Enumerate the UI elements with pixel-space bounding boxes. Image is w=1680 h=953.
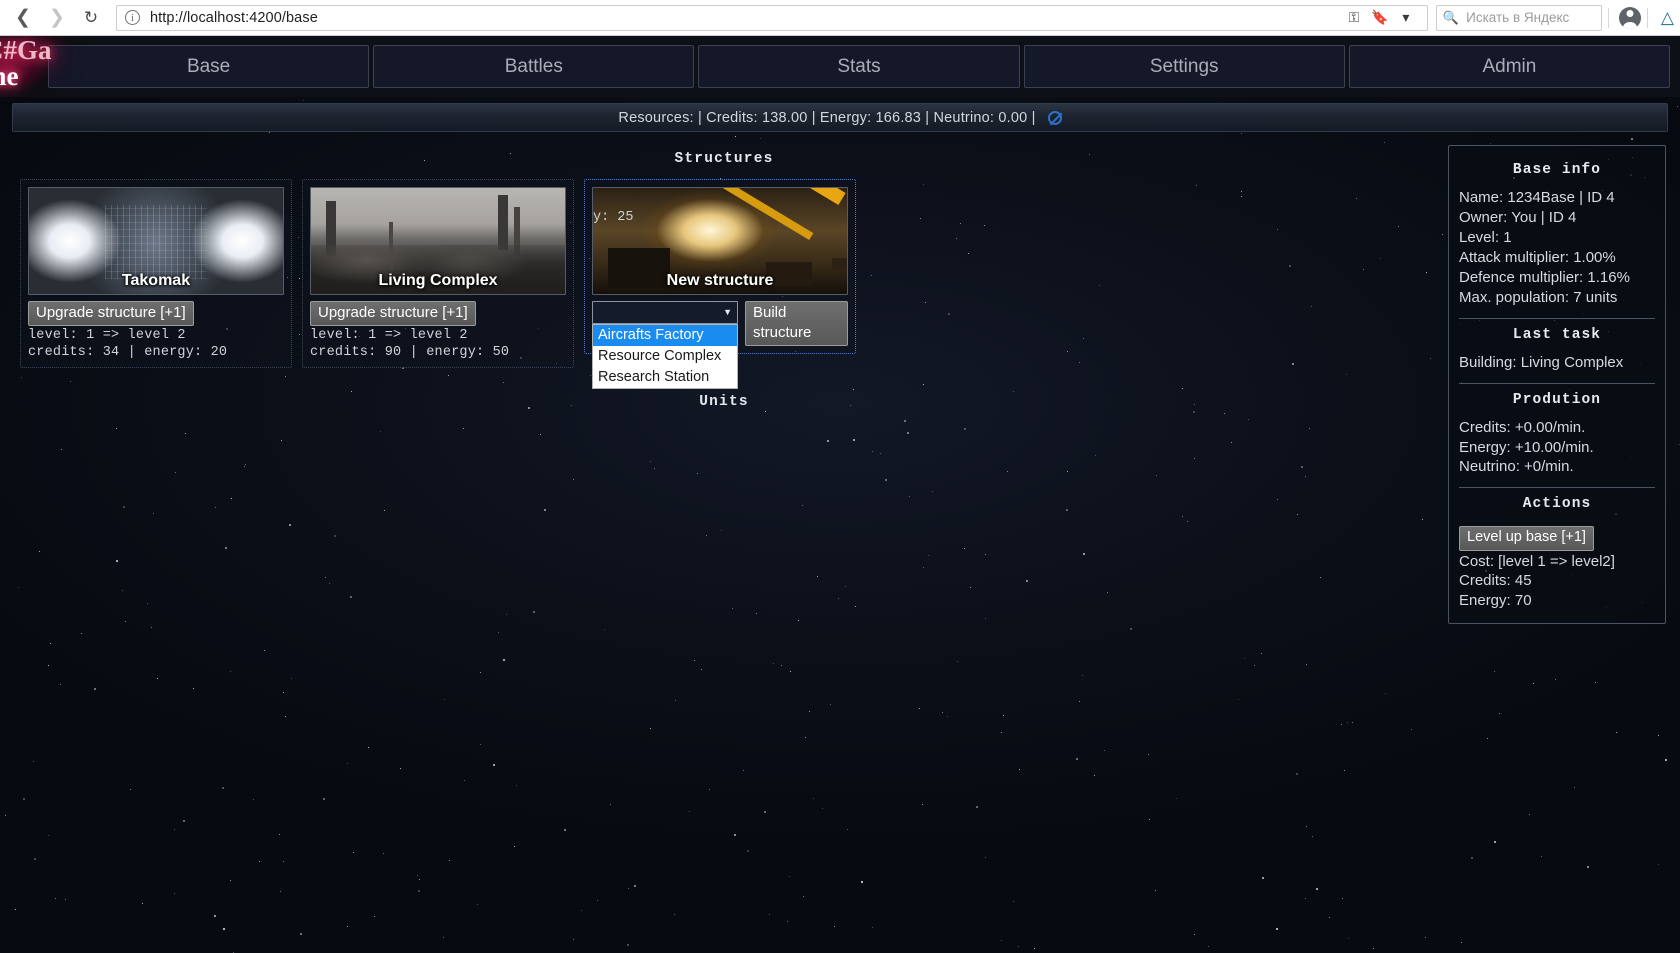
- panel-divider: [1459, 317, 1655, 319]
- main-content: Structures Takomak Upgrade structure [+1…: [0, 132, 1680, 625]
- url-text: http://localhost:4200/base: [150, 9, 318, 26]
- forward-arrow-icon[interactable]: ❯: [40, 3, 74, 33]
- option-resource-complex[interactable]: Resource Complex: [593, 346, 737, 367]
- production-neutrino: Neutrino: +0/min.: [1459, 458, 1574, 476]
- production-title: Prodution: [1512, 391, 1602, 408]
- bookmark-icon[interactable]: 🔖: [1367, 5, 1393, 31]
- option-research-station[interactable]: Research Station: [593, 367, 737, 388]
- structure-card[interactable]: Living Complex Upgrade structure [+1] le…: [302, 179, 574, 368]
- info-icon[interactable]: i: [125, 10, 140, 25]
- last-task-value: Building: Living Complex: [1459, 353, 1624, 371]
- option-aircrafts-factory[interactable]: Aircrafts Factory: [593, 325, 737, 347]
- upgrade-structure-button[interactable]: Upgrade structure [+1]: [28, 301, 194, 326]
- search-icon: 🔍: [1442, 9, 1460, 25]
- main-navigation: C#Ga me Base Battles Stats Settings Admi…: [0, 36, 1680, 97]
- toolbar-divider: [1607, 7, 1609, 28]
- search-placeholder: Искать в Яндекс: [1466, 10, 1570, 25]
- structures-heading: Structures: [674, 151, 774, 167]
- logo-line-1: C#Ga: [0, 36, 52, 65]
- structure-level-line: level: 1 => level 2: [28, 327, 186, 343]
- chevron-down-icon[interactable]: ▾: [1393, 5, 1419, 31]
- production-energy: Energy: +10.00/min.: [1459, 438, 1594, 456]
- base-info-population: Max. population: 7 units: [1459, 288, 1618, 306]
- resources-text: Resources: | Credits: 138.00 | Energy: 1…: [618, 109, 1036, 126]
- new-structure-cost-line: y: 25: [593, 210, 634, 225]
- chevron-down-icon: ▼: [723, 307, 732, 317]
- levelup-cost-title: Cost: [level 1 => level2]: [1459, 552, 1615, 570]
- structure-type-select[interactable]: ▼ Aircrafts Factory Resource Complex Res…: [592, 301, 738, 390]
- level-up-base-button[interactable]: Level up base [+1]: [1459, 526, 1594, 551]
- structure-image: New structure: [592, 187, 848, 295]
- yandex-browser-icon[interactable]: △: [1661, 8, 1674, 28]
- upgrade-structure-button[interactable]: Upgrade structure [+1]: [310, 301, 476, 326]
- search-input[interactable]: 🔍 Искать в Яндекс: [1435, 4, 1602, 31]
- structure-cost-line: credits: 34 | energy: 20: [28, 344, 228, 360]
- build-structure-button[interactable]: Build structure: [745, 301, 848, 346]
- base-info-title: Base info: [1512, 162, 1602, 178]
- base-info-owner: Owner: You | ID 4: [1459, 208, 1577, 226]
- nav-tab-admin[interactable]: Admin: [1348, 45, 1671, 88]
- units-heading: Units: [699, 393, 749, 410]
- no-entry-icon[interactable]: [1047, 110, 1062, 125]
- last-task-title: Last task: [1512, 326, 1602, 343]
- build-controls: ▼ Aircrafts Factory Resource Complex Res…: [592, 301, 848, 390]
- base-info-panel: Base info Name: 1234Base | ID 4 Owner: Y…: [1448, 145, 1666, 625]
- structure-name: New structure: [666, 272, 774, 289]
- structure-level-line: level: 1 => level 2: [310, 327, 468, 343]
- base-info-name: Name: 1234Base | ID 4: [1459, 189, 1615, 206]
- structure-name: Living Complex: [378, 272, 498, 289]
- levelup-cost-energy: Energy: 70: [1459, 592, 1532, 610]
- logo-line-2: me: [0, 60, 19, 91]
- panel-divider: [1459, 487, 1655, 489]
- structures-list: Takomak Upgrade structure [+1] level: 1 …: [10, 179, 1438, 390]
- resources-bar: Resources: | Credits: 138.00 | Energy: 1…: [12, 103, 1668, 132]
- production-credits: Credits: +0.00/min.: [1459, 418, 1586, 436]
- nav-tab-battles[interactable]: Battles: [373, 45, 695, 88]
- structures-column: Structures Takomak Upgrade structure [+1…: [0, 132, 1448, 422]
- base-info-defence: Defence multiplier: 1.16%: [1459, 268, 1630, 286]
- key-icon[interactable]: ⚿: [1341, 5, 1367, 31]
- address-bar[interactable]: i http://localhost:4200/base ⚿ 🔖 ▾: [116, 4, 1428, 31]
- browser-toolbar: ❮ ❯ ↻ i http://localhost:4200/base ⚿ 🔖 ▾…: [0, 0, 1680, 36]
- actions-title: Actions: [1522, 496, 1592, 513]
- panel-divider: [1459, 382, 1655, 384]
- structure-type-select-box[interactable]: ▼: [592, 301, 738, 324]
- levelup-cost-credits: Credits: 45: [1459, 572, 1532, 590]
- toolbar-divider-2: [1646, 7, 1648, 28]
- structure-card[interactable]: Takomak Upgrade structure [+1] level: 1 …: [20, 179, 292, 368]
- app-logo[interactable]: C#Ga me: [0, 36, 52, 96]
- nav-tab-base[interactable]: Base: [48, 45, 370, 88]
- nav-tab-stats[interactable]: Stats: [698, 45, 1020, 88]
- user-avatar-icon[interactable]: [1618, 6, 1641, 29]
- structure-image: Living Complex: [310, 187, 566, 295]
- game-page: C#Ga me Base Battles Stats Settings Admi…: [0, 36, 1680, 953]
- reload-icon[interactable]: ↻: [74, 3, 108, 33]
- base-info-attack: Attack multiplier: 1.00%: [1459, 248, 1616, 266]
- structure-type-options[interactable]: Aircrafts Factory Resource Complex Resea…: [592, 324, 738, 390]
- structure-image: Takomak: [28, 187, 284, 295]
- structure-name: Takomak: [121, 272, 191, 289]
- structure-cost-line: credits: 90 | energy: 50: [310, 344, 510, 360]
- new-structure-card[interactable]: New structure y: 25 ▼ Aircrafts Factory …: [584, 179, 856, 390]
- nav-tab-settings[interactable]: Settings: [1023, 45, 1345, 88]
- base-info-level: Level: 1: [1459, 228, 1512, 246]
- back-arrow-icon[interactable]: ❮: [6, 3, 40, 33]
